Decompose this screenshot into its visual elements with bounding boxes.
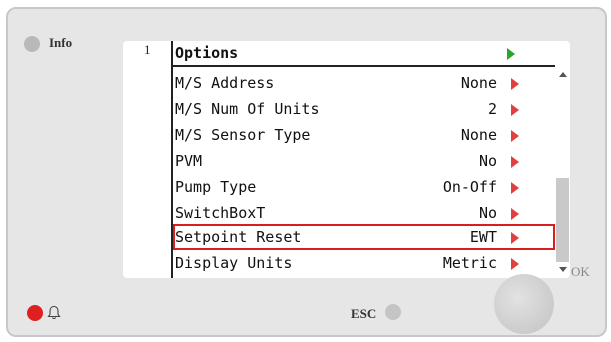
option-label: PVM (175, 152, 203, 170)
option-value: 2 (487, 100, 497, 118)
option-row-setpoint-reset[interactable]: Setpoint Reset EWT (173, 224, 555, 250)
option-arrow-icon[interactable] (511, 208, 519, 220)
bell-icon[interactable] (47, 305, 61, 321)
ok-label: OK (571, 264, 590, 279)
controller-panel: Info 1 Options M/S Address None M/S Num … (6, 7, 607, 337)
header-nav-arrow-icon[interactable] (507, 48, 515, 60)
option-value: No (478, 204, 497, 222)
esc-label: ESC (351, 306, 377, 321)
option-value: Metric (442, 254, 497, 272)
option-label: Pump Type (175, 178, 257, 196)
option-row-display-units[interactable]: Display Units Metric (173, 250, 555, 276)
option-arrow-icon[interactable] (511, 182, 519, 194)
info-led[interactable] (24, 36, 40, 52)
option-label: M/S Sensor Type (175, 126, 311, 144)
option-row-switchboxt[interactable]: SwitchBoxT No (173, 200, 555, 226)
display-screen: 1 Options M/S Address None M/S Num Of Un… (123, 41, 570, 278)
ok-knob[interactable] (494, 274, 554, 334)
esc-button[interactable] (385, 304, 401, 320)
option-arrow-icon[interactable] (511, 130, 519, 142)
option-arrow-icon[interactable] (511, 104, 519, 116)
info-label: Info (49, 35, 73, 50)
scroll-up-icon[interactable] (559, 72, 567, 77)
option-value: None (460, 74, 497, 92)
option-value: None (460, 126, 497, 144)
option-arrow-icon[interactable] (511, 78, 519, 90)
alarm-led[interactable] (27, 305, 43, 321)
options-header: 1 Options (123, 41, 555, 66)
option-arrow-icon[interactable] (511, 232, 519, 244)
option-row-ms-address[interactable]: M/S Address None (173, 70, 555, 96)
option-label: M/S Num Of Units (175, 100, 320, 118)
option-row-pvm[interactable]: PVM No (173, 148, 555, 174)
option-arrow-icon[interactable] (511, 156, 519, 168)
page-title: Options (175, 44, 239, 62)
line-number: 1 (144, 42, 151, 57)
option-row-ms-sensor-type[interactable]: M/S Sensor Type None (173, 122, 555, 148)
option-label: Display Units (175, 254, 293, 272)
option-row-pump-type[interactable]: Pump Type On-Off (173, 174, 555, 200)
option-row-ms-num-units[interactable]: M/S Num Of Units 2 (173, 96, 555, 122)
option-label: Setpoint Reset (175, 228, 302, 246)
option-value: No (478, 152, 497, 170)
option-value: EWT (469, 228, 497, 246)
header-divider (171, 65, 555, 67)
option-arrow-icon[interactable] (511, 258, 519, 270)
option-value: On-Off (442, 178, 497, 196)
scrollbar[interactable] (555, 66, 570, 278)
option-label: SwitchBoxT (175, 204, 266, 222)
scroll-down-icon[interactable] (559, 267, 567, 272)
scroll-thumb[interactable] (556, 178, 569, 262)
option-label: M/S Address (175, 74, 275, 92)
